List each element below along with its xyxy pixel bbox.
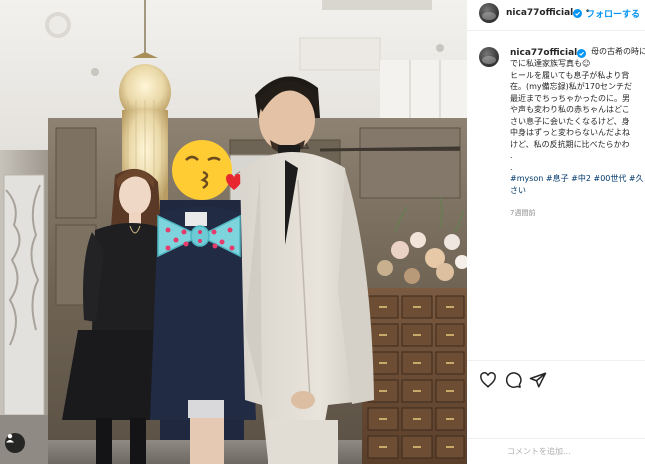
caption-hashtags[interactable]: #myson #息子 #中2 #00世代 #久しぶ: [510, 173, 645, 185]
share-icon[interactable]: [529, 371, 547, 389]
instagram-post-view: nica77official • フォローする nica77official 母…: [0, 0, 645, 464]
caption-line: けど、私の反抗期に比べたらかわ: [510, 139, 630, 149]
user-tag-icon: [6, 434, 14, 443]
comment-input-bar: コメントを追加...: [467, 438, 645, 464]
post-header: nica77official • フォローする: [467, 0, 645, 31]
caption-line: 最近までちっちゃかったのに。男: [510, 93, 630, 103]
post-time-ago[interactable]: 7週間前: [510, 208, 535, 218]
caption-line: 在。(my備忘録)私が170センチだ: [510, 82, 633, 91]
user-tag-button[interactable]: [5, 433, 25, 453]
kissing-face-emoji-icon: [172, 140, 232, 200]
heart-icon[interactable]: [479, 371, 497, 389]
caption-first-line: 母の古希の時にフ: [591, 47, 645, 56]
caption-hashtags-continued[interactable]: さい: [510, 185, 645, 197]
header-username-link[interactable]: nica77official: [506, 8, 573, 18]
post-photo[interactable]: [0, 0, 467, 464]
comment-input[interactable]: コメントを追加...: [507, 446, 571, 457]
caption-line: や声も変わり私の赤ちゃんはどこ: [510, 105, 630, 114]
caption-line: でに私達家族写真も☺︎: [510, 59, 591, 68]
family-photo-illustration: [0, 0, 467, 464]
post-action-bar: [467, 360, 645, 401]
caption-line: さい息子に会いたくなるけど、身: [510, 116, 630, 126]
comment-icon[interactable]: [504, 371, 522, 389]
verified-badge-icon: [573, 9, 582, 18]
caption-avatar[interactable]: [479, 47, 499, 67]
caption-username-link[interactable]: nica77official: [510, 48, 577, 58]
avatar[interactable]: [479, 3, 499, 23]
caption-line: .: [510, 162, 513, 172]
post-caption: でに私達家族写真も☺︎ ヒールを履いても息子が私より背 在。(my備忘録)私が1…: [510, 58, 645, 196]
caption-line: 中身はずっと変わらないんだよね: [510, 128, 630, 137]
follow-button[interactable]: フォローする: [586, 7, 640, 20]
post-side-panel: nica77official • フォローする nica77official 母…: [467, 0, 645, 464]
caption-line: .: [510, 151, 513, 160]
caption-line: ヒールを履いても息子が私より背: [510, 70, 630, 80]
caption-verified-badge-icon: [577, 49, 586, 58]
